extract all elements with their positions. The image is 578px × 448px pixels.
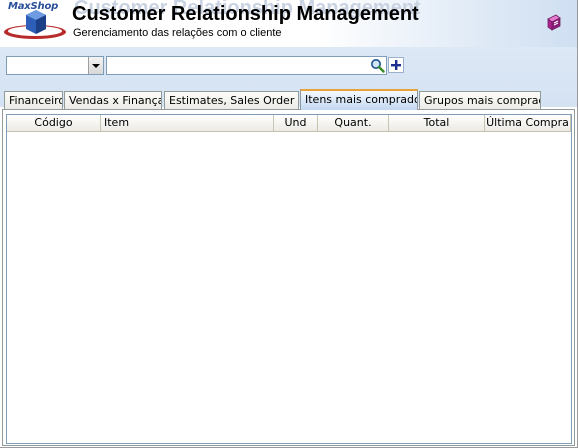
tab-estimates-sales-order[interactable]: Estimates, Sales Order ...: [164, 91, 299, 109]
magnifier-icon[interactable]: [370, 58, 385, 73]
column-header-quant[interactable]: Quant.: [318, 115, 389, 131]
tab-label: Itens mais comprados: [305, 93, 418, 106]
add-button[interactable]: [388, 57, 404, 73]
search-input[interactable]: [106, 56, 387, 75]
grid-header: Código Item Und Quant. Total Última Comp…: [7, 115, 571, 132]
search-type-select[interactable]: [6, 56, 104, 75]
tab-panel: Código Item Und Quant. Total Última Comp…: [2, 109, 575, 446]
tab-label: Vendas x Finanças: [69, 94, 162, 107]
tab-label: Estimates, Sales Order ...: [169, 94, 299, 107]
column-header-und[interactable]: Und: [274, 115, 318, 131]
items-grid[interactable]: Código Item Und Quant. Total Última Comp…: [6, 114, 572, 444]
logo-text: MaxShop: [8, 1, 59, 12]
tab-financeiro[interactable]: Financeiro: [4, 91, 63, 109]
column-header-ultima-compra[interactable]: Última Compra: [485, 115, 571, 131]
column-header-codigo[interactable]: Código: [7, 115, 101, 131]
tab-vendas-financas[interactable]: Vendas x Finanças: [64, 91, 162, 109]
maxshop-logo: MaxShop: [2, 1, 68, 43]
column-header-total[interactable]: Total: [389, 115, 485, 131]
tab-label: Grupos mais comprados: [424, 94, 540, 107]
page-title: Customer Relationship Management: [72, 3, 419, 25]
plus-icon: [391, 60, 401, 70]
column-header-item[interactable]: Item: [101, 115, 274, 131]
tab-grupos-mais-comprados[interactable]: Grupos mais comprados: [419, 91, 541, 109]
tab-label: Financeiro: [9, 94, 63, 107]
book-icon[interactable]: [545, 14, 563, 32]
page-subtitle: Gerenciamento das relações com o cliente: [73, 27, 282, 39]
app-window: MaxShop Customer Relationship Management…: [0, 0, 578, 448]
app-header: MaxShop Customer Relationship Management…: [0, 0, 577, 47]
chevron-down-icon[interactable]: [88, 57, 103, 74]
tab-itens-mais-comprados[interactable]: Itens mais comprados: [300, 89, 418, 110]
tab-strip: Financeiro Vendas x Finanças Estimates, …: [0, 89, 577, 110]
